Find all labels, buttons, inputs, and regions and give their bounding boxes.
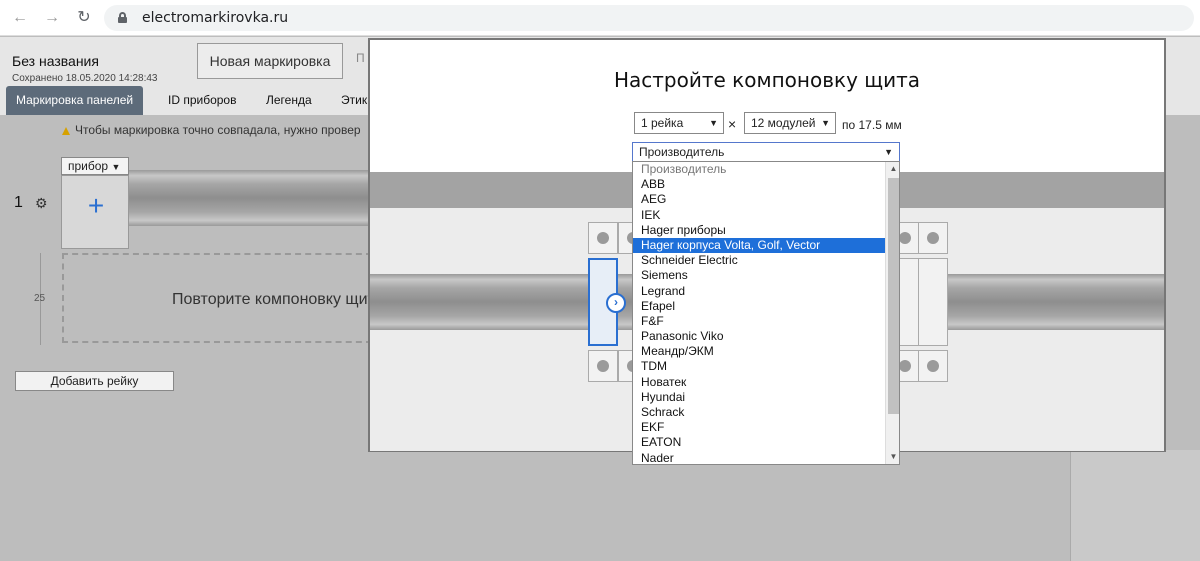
back-arrow-icon[interactable]: ← (10, 8, 30, 28)
list-item[interactable]: Hyundai (633, 390, 899, 405)
scroll-down-icon[interactable]: ▼ (886, 450, 899, 464)
warning-icon (62, 126, 70, 135)
list-item[interactable]: Меандр/ЭКМ (633, 344, 899, 359)
module-width-text: по 17.5 мм (842, 118, 902, 132)
list-item[interactable]: Panasonic Viko (633, 329, 899, 344)
rails-select[interactable]: 1 рейка ▼ (634, 112, 724, 134)
modal-title: Настройте компоновку щита (613, 68, 920, 92)
forward-arrow-icon[interactable]: → (42, 8, 62, 28)
module-top (588, 222, 618, 254)
times-sign: × (728, 116, 737, 132)
tab-panel-marking[interactable]: Маркировка панелей (6, 86, 144, 115)
list-item[interactable]: Новатек (633, 375, 899, 390)
dropdown-scrollbar[interactable]: ▲ ▼ (885, 162, 899, 464)
list-item[interactable]: Hager приборы (633, 223, 899, 238)
plus-icon: + (87, 190, 105, 221)
list-item[interactable]: ABB (633, 177, 899, 192)
list-item-selected[interactable]: Hager корпуса Volta, Golf, Vector (633, 237, 899, 254)
list-item[interactable]: TDM (633, 359, 899, 374)
add-device-cell[interactable]: + (61, 175, 129, 249)
list-item[interactable]: Efapel (633, 299, 899, 314)
measure-value: 25 (34, 293, 46, 304)
manufacturer-dropdown-list: Производитель ABB AEG IEK Hager приборы … (632, 161, 900, 465)
list-item[interactable]: Schneider Electric (633, 253, 899, 268)
list-item[interactable]: EATON (633, 435, 899, 450)
reload-icon[interactable]: ↻ (74, 8, 94, 28)
list-item[interactable]: Schrack (633, 405, 899, 420)
partially-hidden-button[interactable]: П (356, 51, 365, 65)
modules-select[interactable]: 12 модулей ▼ (744, 112, 836, 134)
right-panel (1070, 450, 1200, 561)
scroll-thumb[interactable] (888, 178, 899, 414)
list-item[interactable]: F&F (633, 314, 899, 329)
manufacturer-select[interactable]: Производитель ▼ (632, 142, 900, 162)
chevron-down-icon: ▼ (111, 162, 121, 172)
scroll-up-icon[interactable]: ▲ (886, 162, 899, 176)
list-item[interactable]: Siemens (633, 268, 899, 283)
warning-message: Чтобы маркировка точно совпадала, нужно … (62, 123, 361, 137)
list-item[interactable]: Nader (633, 451, 899, 464)
list-item[interactable]: Производитель (633, 162, 899, 177)
tab-device-id[interactable]: ID приборов (158, 86, 246, 115)
list-item[interactable]: IEK (633, 208, 899, 223)
list-item[interactable]: EKF (633, 420, 899, 435)
address-bar[interactable]: electromarkirovka.ru (104, 5, 1194, 31)
chevron-right-icon[interactable]: › (606, 293, 626, 313)
warning-text: Чтобы маркировка точно совпадала, нужно … (75, 123, 361, 137)
din-rail (129, 170, 369, 226)
lock-icon (118, 12, 127, 23)
saved-timestamp: Сохранено 18.05.2020 14:28:43 (12, 73, 158, 84)
device-select[interactable]: прибор ▼ (61, 157, 129, 175)
tab-legend[interactable]: Легенда (256, 86, 322, 115)
list-item[interactable]: AEG (633, 192, 899, 207)
add-rail-button[interactable]: Добавить рейку (15, 371, 174, 391)
rail-number: 1 (14, 194, 23, 211)
chevron-down-icon: ▼ (821, 118, 830, 128)
module-bottom (918, 350, 948, 382)
chevron-down-icon: ▼ (709, 118, 718, 128)
module-body (918, 258, 948, 346)
new-marking-button[interactable]: Новая маркировка (197, 43, 343, 79)
url-text: electromarkirovka.ru (142, 10, 289, 26)
repeat-layout-text: Повторите компоновку щит (172, 291, 375, 308)
module-bottom (588, 350, 618, 382)
chevron-down-icon: ▼ (884, 147, 893, 157)
gear-icon[interactable]: ⚙ (35, 195, 48, 212)
module-top (918, 222, 948, 254)
browser-toolbar: ← → ↻ electromarkirovka.ru (0, 0, 1200, 36)
document-title[interactable]: Без названия (12, 53, 99, 69)
list-item[interactable]: Legrand (633, 284, 899, 299)
repeat-layout-area[interactable]: Повторите компоновку щит (62, 253, 375, 343)
